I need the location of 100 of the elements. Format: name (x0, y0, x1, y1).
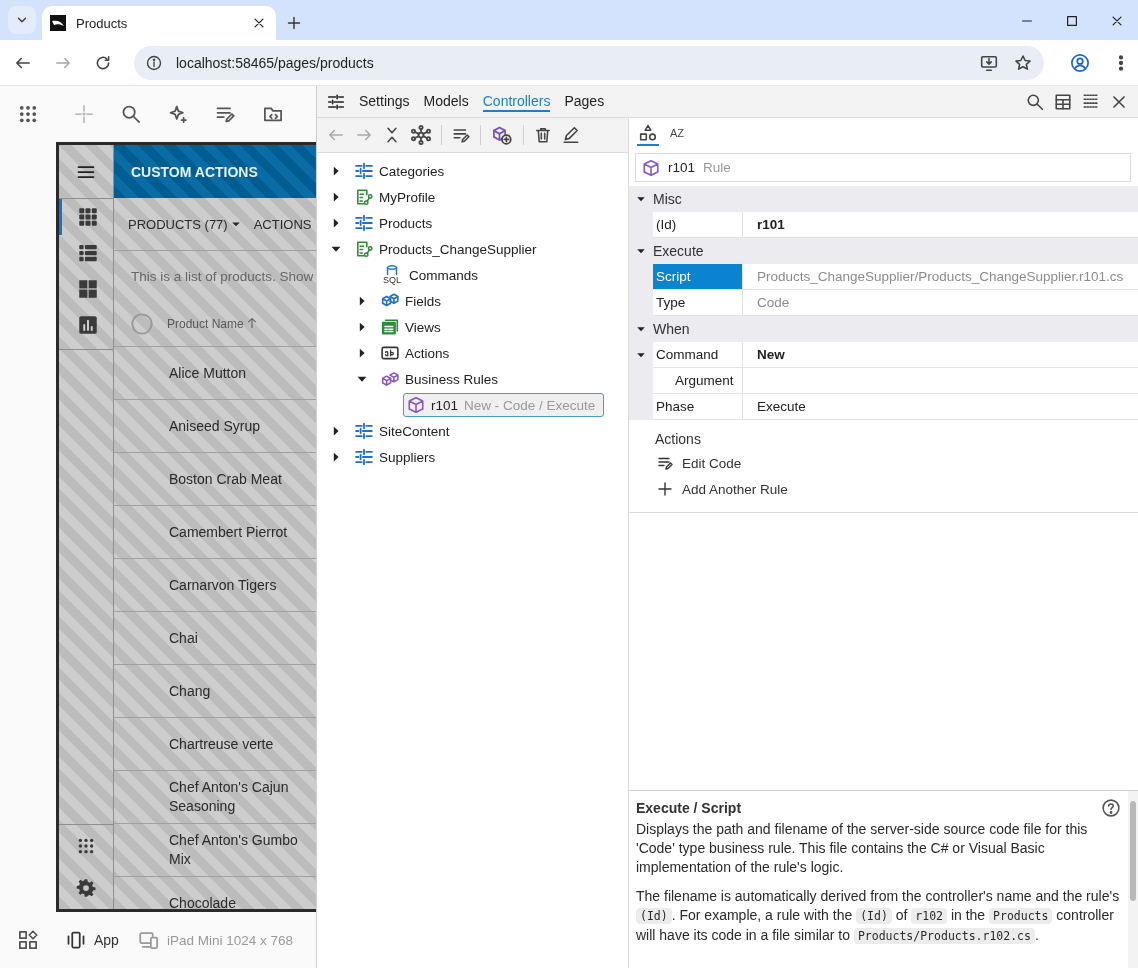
scrollbar[interactable] (1128, 791, 1138, 968)
product-name-cell[interactable]: Chef Anton's Gumbo Mix (114, 824, 316, 877)
reload-icon[interactable] (94, 53, 112, 72)
search-icon[interactable] (121, 104, 141, 124)
favicon-icon (50, 15, 66, 31)
menu-item[interactable]: ACTIONS (253, 216, 312, 232)
category-header[interactable]: When (629, 316, 1138, 342)
app-title: CUSTOM ACTIONS (131, 163, 258, 180)
install-icon[interactable] (980, 53, 998, 72)
url-text: localhost:58465/pages/products (176, 54, 375, 71)
property-name[interactable]: Command (653, 342, 743, 368)
product-name-cell[interactable]: Chartreuse verte (114, 718, 316, 771)
list-icon (77, 243, 98, 263)
property-name[interactable]: Type (653, 290, 743, 316)
new-tab-icon[interactable] (286, 15, 302, 31)
tree-item[interactable]: Categories (351, 159, 454, 183)
tree-item[interactable]: MyProfile (351, 185, 445, 209)
pen-icon[interactable] (562, 126, 580, 144)
object-type: Rule (703, 160, 731, 175)
apps-icon[interactable] (18, 104, 38, 124)
product-name-cell[interactable]: Chai (114, 612, 316, 665)
tree-item[interactable]: SiteContent (351, 419, 459, 443)
tiles-icon (77, 279, 98, 299)
property-name[interactable]: Argument (653, 368, 743, 394)
dotted-grid-icon[interactable] (1082, 92, 1100, 111)
settings-icon[interactable] (76, 878, 96, 898)
column-header[interactable]: Product Name (167, 316, 244, 331)
phone-icon (66, 930, 86, 950)
edit-list-icon (657, 455, 673, 471)
cubes-icon (381, 370, 399, 388)
cube-icon (407, 396, 425, 414)
tree-item[interactable]: Fields (377, 289, 450, 313)
tree-item[interactable]: Products (351, 211, 442, 235)
bookmark-star-icon[interactable] (1014, 53, 1032, 72)
tab[interactable]: Pages (564, 91, 605, 112)
tree-item[interactable]: r101 New - Code / Execute (403, 393, 605, 417)
product-name-cell[interactable]: Alice Mutton (114, 347, 316, 400)
search-icon[interactable] (1026, 92, 1044, 111)
section-title: Actions (655, 431, 701, 447)
network-icon[interactable] (411, 125, 431, 145)
product-name-cell[interactable]: Camembert Pierrot (114, 506, 316, 559)
apps-icon[interactable] (77, 837, 95, 855)
tree-item[interactable]: SQL Commands (377, 263, 488, 287)
tree-item[interactable]: Products_ChangeSupplier (351, 237, 546, 261)
property-name[interactable]: Script (653, 264, 743, 290)
action-link[interactable]: Add Another Rule (655, 476, 788, 502)
sliders-icon (355, 422, 373, 440)
description-text: This is a list of products. Show (131, 268, 314, 284)
product-name-cell[interactable]: Chocolade (114, 877, 316, 909)
close-icon[interactable] (1110, 14, 1124, 28)
object-name: r101 (668, 160, 696, 175)
close-icon[interactable] (252, 16, 266, 30)
settings-sliders-icon[interactable] (327, 92, 345, 111)
tree-item[interactable]: Views (377, 315, 450, 339)
sparkle-icon[interactable] (168, 104, 188, 124)
product-name-cell[interactable]: Chef Anton's Cajun Seasoning (114, 771, 316, 824)
profile-icon[interactable] (1070, 52, 1090, 73)
tab[interactable]: Models (423, 91, 469, 112)
browser-tab[interactable]: Products (42, 6, 276, 40)
property-name[interactable]: (Id) (653, 212, 743, 238)
help-icon[interactable] (1102, 799, 1120, 817)
product-name-cell[interactable]: Boston Crab Meat (114, 453, 316, 506)
product-name-cell[interactable]: Carnarvon Tigers (114, 559, 316, 612)
chart-icon (77, 315, 98, 335)
device-icon (138, 930, 159, 950)
add-cube-icon[interactable] (491, 125, 513, 145)
category-header[interactable]: Misc (629, 186, 1138, 212)
tree-item[interactable]: Suppliers (351, 445, 445, 469)
sliders-icon (355, 162, 373, 180)
help-paragraph: The filename is automatically derived from the controller's name and the rule's (Id) . For example, a rule with the (Id) of r102 in the Products controller will have its code in a file similar to Products/Products.r102.cs . (636, 887, 1120, 946)
help-paragraph: Displays the path and filename of the server-side source code file for this 'Code' type business rule. This file contains the C# or Visual Basic implementation of the rule's logic. (636, 820, 1089, 877)
flow-icon (355, 240, 373, 258)
tab[interactable]: Controllers (482, 91, 551, 112)
property-value[interactable]: New (743, 342, 1138, 368)
tree-item[interactable]: Business Rules (377, 367, 508, 391)
action-link[interactable]: Edit Code (655, 450, 742, 476)
property-name[interactable]: Phase (653, 394, 743, 420)
product-name-cell[interactable]: Aniseed Syrup (114, 400, 316, 453)
property-value[interactable]: r101 (743, 212, 1138, 238)
info-icon (146, 54, 162, 71)
categorized-view-button[interactable] (637, 122, 659, 146)
table-icon[interactable] (1054, 92, 1072, 111)
help-title: Execute / Script (636, 800, 742, 816)
flow-icon (355, 188, 373, 206)
category-header[interactable]: Execute (629, 238, 1138, 264)
property-value[interactable]: Code (743, 290, 1138, 316)
maximize-icon[interactable] (1065, 14, 1079, 28)
tab[interactable]: Settings (359, 91, 410, 112)
property-value[interactable]: Execute (743, 394, 1138, 420)
sliders-icon (355, 214, 373, 232)
address-bar[interactable]: localhost:58465/pages/products (134, 45, 1044, 80)
product-name-cell[interactable]: Chang (114, 665, 316, 718)
tree-item[interactable]: Actions (377, 341, 459, 365)
tab-title: Products (76, 15, 129, 31)
menu-item[interactable]: PRODUCTS (77) (128, 216, 242, 232)
layout-icon[interactable] (18, 930, 38, 950)
edit-list-icon[interactable] (452, 126, 470, 144)
app-mode-button[interactable]: App (66, 930, 119, 950)
delete-icon[interactable] (534, 126, 552, 144)
sort-alphabetical-button[interactable]: AZ (665, 122, 689, 146)
